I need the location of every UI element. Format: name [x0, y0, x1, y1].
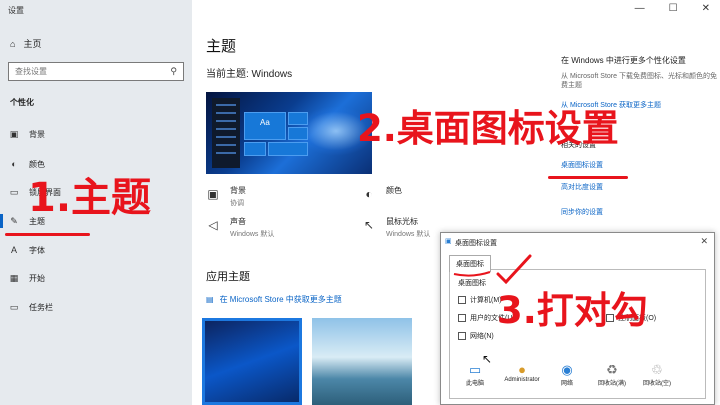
start-icon: ▦: [9, 272, 19, 283]
maximize-button[interactable]: ☐: [669, 3, 678, 14]
dialog-icon-recycle-empty[interactable]: ♲ 回收站(空): [637, 362, 677, 387]
sidebar-item-background[interactable]: ▣ 背景: [8, 126, 188, 142]
speaker-icon: ◁: [208, 218, 218, 232]
checkbox-box[interactable]: [458, 332, 466, 340]
option-title: 声音: [230, 217, 246, 226]
preview-start-menu: [212, 98, 240, 168]
theme-thumbnail-windows[interactable]: [202, 318, 302, 405]
home-label: 主页: [23, 39, 42, 49]
annotation-check-mark: [496, 254, 532, 285]
store-link-label: 在 Microsoft Store 中获取更多主题: [219, 295, 342, 304]
sidebar-item-colors[interactable]: ◐ 颜色: [8, 156, 188, 172]
user-folder-icon: ●: [518, 362, 526, 377]
annotation-step-3: 3.打对勾: [497, 289, 648, 332]
checkbox-box[interactable]: [458, 296, 466, 304]
option-title: 颜色: [386, 186, 402, 195]
theme-thumbnail-beach[interactable]: [312, 318, 412, 405]
brush-icon: ✎: [10, 215, 18, 226]
checkbox-computer[interactable]: 计算机(M): [458, 295, 502, 305]
icon-label: 回收站(空): [643, 381, 671, 387]
section-title: 个性化: [10, 98, 34, 107]
dialog-icon-user[interactable]: ● Administrator: [502, 362, 542, 383]
minimize-button[interactable]: —: [635, 3, 645, 14]
desktop-icon-settings-link[interactable]: 桌面图标设置: [561, 160, 603, 170]
search-placeholder: 查找设置: [15, 67, 47, 76]
image-icon: ▣: [207, 187, 219, 201]
search-icon: ⚲: [170, 66, 177, 76]
search-input[interactable]: 查找设置 ⚲: [8, 62, 184, 81]
home-nav[interactable]: ⌂ 主页: [10, 37, 41, 50]
dialog-icon-this-pc[interactable]: ▭ 此电脑: [455, 362, 495, 387]
preview-sample-text: Aa: [260, 118, 270, 127]
sidebar-item-start[interactable]: ▦ 开始: [8, 270, 188, 286]
window-title: 设置: [8, 6, 24, 15]
computer-icon: ▭: [468, 362, 482, 377]
option-background[interactable]: ▣ 背景协调: [206, 185, 246, 208]
recycle-full-icon: ♻: [606, 362, 618, 377]
annotation-underline-3: [453, 271, 491, 277]
right-title: 在 Windows 中进行更多个性化设置: [561, 56, 686, 65]
window-controls: — ☐ ✕: [635, 3, 710, 14]
right-subtitle: 从 Microsoft Store 下载免费图标、光标和颜色的免费主题: [561, 73, 717, 90]
option-value: Windows 默认: [386, 231, 431, 238]
store-icon: ▤: [206, 295, 214, 304]
preview-tile: [244, 142, 266, 156]
option-value: 协调: [230, 200, 244, 207]
preview-tile: [288, 112, 308, 125]
network-icon: ◉: [561, 362, 573, 377]
sidebar-item-fonts[interactable]: A 字体: [8, 242, 188, 258]
annotation-underline-1: [5, 233, 90, 236]
annotation-step-1: 1.主题: [28, 175, 152, 221]
sidebar-item-label: 背景: [29, 129, 45, 139]
preview-tile: [288, 127, 308, 140]
store-themes-link[interactable]: ▤ 在 Microsoft Store 中获取更多主题: [206, 294, 342, 305]
sync-settings-link[interactable]: 同步你的设置: [561, 207, 603, 217]
dialog-app-icon: ▣: [445, 238, 452, 245]
close-icon[interactable]: ✕: [700, 236, 708, 247]
lockscreen-icon: ▭: [9, 186, 19, 197]
image-icon: ▣: [9, 128, 19, 139]
current-theme-label: 当前主题: Windows: [206, 69, 293, 80]
dialog-icon-network[interactable]: ◉ 网络: [547, 362, 587, 387]
palette-icon: ◐: [11, 159, 17, 169]
theme-preview: Aa: [206, 92, 372, 174]
recycle-empty-icon: ♲: [651, 362, 663, 377]
option-title: 背景: [230, 186, 246, 195]
icon-label: Administrator: [504, 377, 540, 383]
sidebar-item-label: 任务栏: [29, 302, 53, 312]
sidebar-item-label: 开始: [29, 273, 45, 283]
taskbar-icon: ▭: [9, 301, 19, 312]
option-sounds[interactable]: ◁ 声音 Windows 默认: [206, 216, 274, 239]
annotation-underline-2: [548, 176, 628, 179]
icon-label: 网络: [560, 381, 573, 387]
close-button[interactable]: ✕: [702, 3, 710, 14]
dialog-title: 桌面图标设置: [455, 240, 497, 247]
annotation-step-2: 2.桌面图标设置: [357, 107, 619, 150]
checkbox-box[interactable]: [458, 314, 466, 322]
option-value: Windows 默认: [230, 231, 275, 238]
home-icon: ⌂: [10, 38, 16, 49]
checkbox-label: 网络(N): [470, 333, 494, 340]
sidebar-item-label: 颜色: [29, 159, 45, 169]
preview-tile: [268, 142, 308, 156]
sidebar-item-label: 字体: [29, 245, 45, 255]
page-title: 主题: [206, 38, 237, 55]
checkbox-network[interactable]: 网络(N): [458, 331, 494, 341]
option-cursor[interactable]: ↖ 鼠标光标 Windows 默认: [362, 216, 430, 239]
apply-theme-heading: 应用主题: [206, 271, 250, 283]
option-colors[interactable]: ◐ 颜色: [362, 185, 402, 201]
sidebar-item-taskbar[interactable]: ▭ 任务栏: [8, 299, 188, 315]
dialog-icon-recycle-full[interactable]: ♻ 回收站(满): [592, 362, 632, 387]
icon-label: 回收站(满): [598, 381, 626, 387]
font-icon: A: [10, 245, 17, 255]
dialog-group-label: 桌面图标: [458, 280, 486, 287]
cursor-icon: ↖: [363, 218, 375, 232]
palette-icon: ◐: [365, 187, 373, 201]
high-contrast-link[interactable]: 高对比度设置: [561, 182, 603, 192]
option-title: 鼠标光标: [386, 217, 418, 226]
icon-label: 此电脑: [465, 381, 484, 387]
